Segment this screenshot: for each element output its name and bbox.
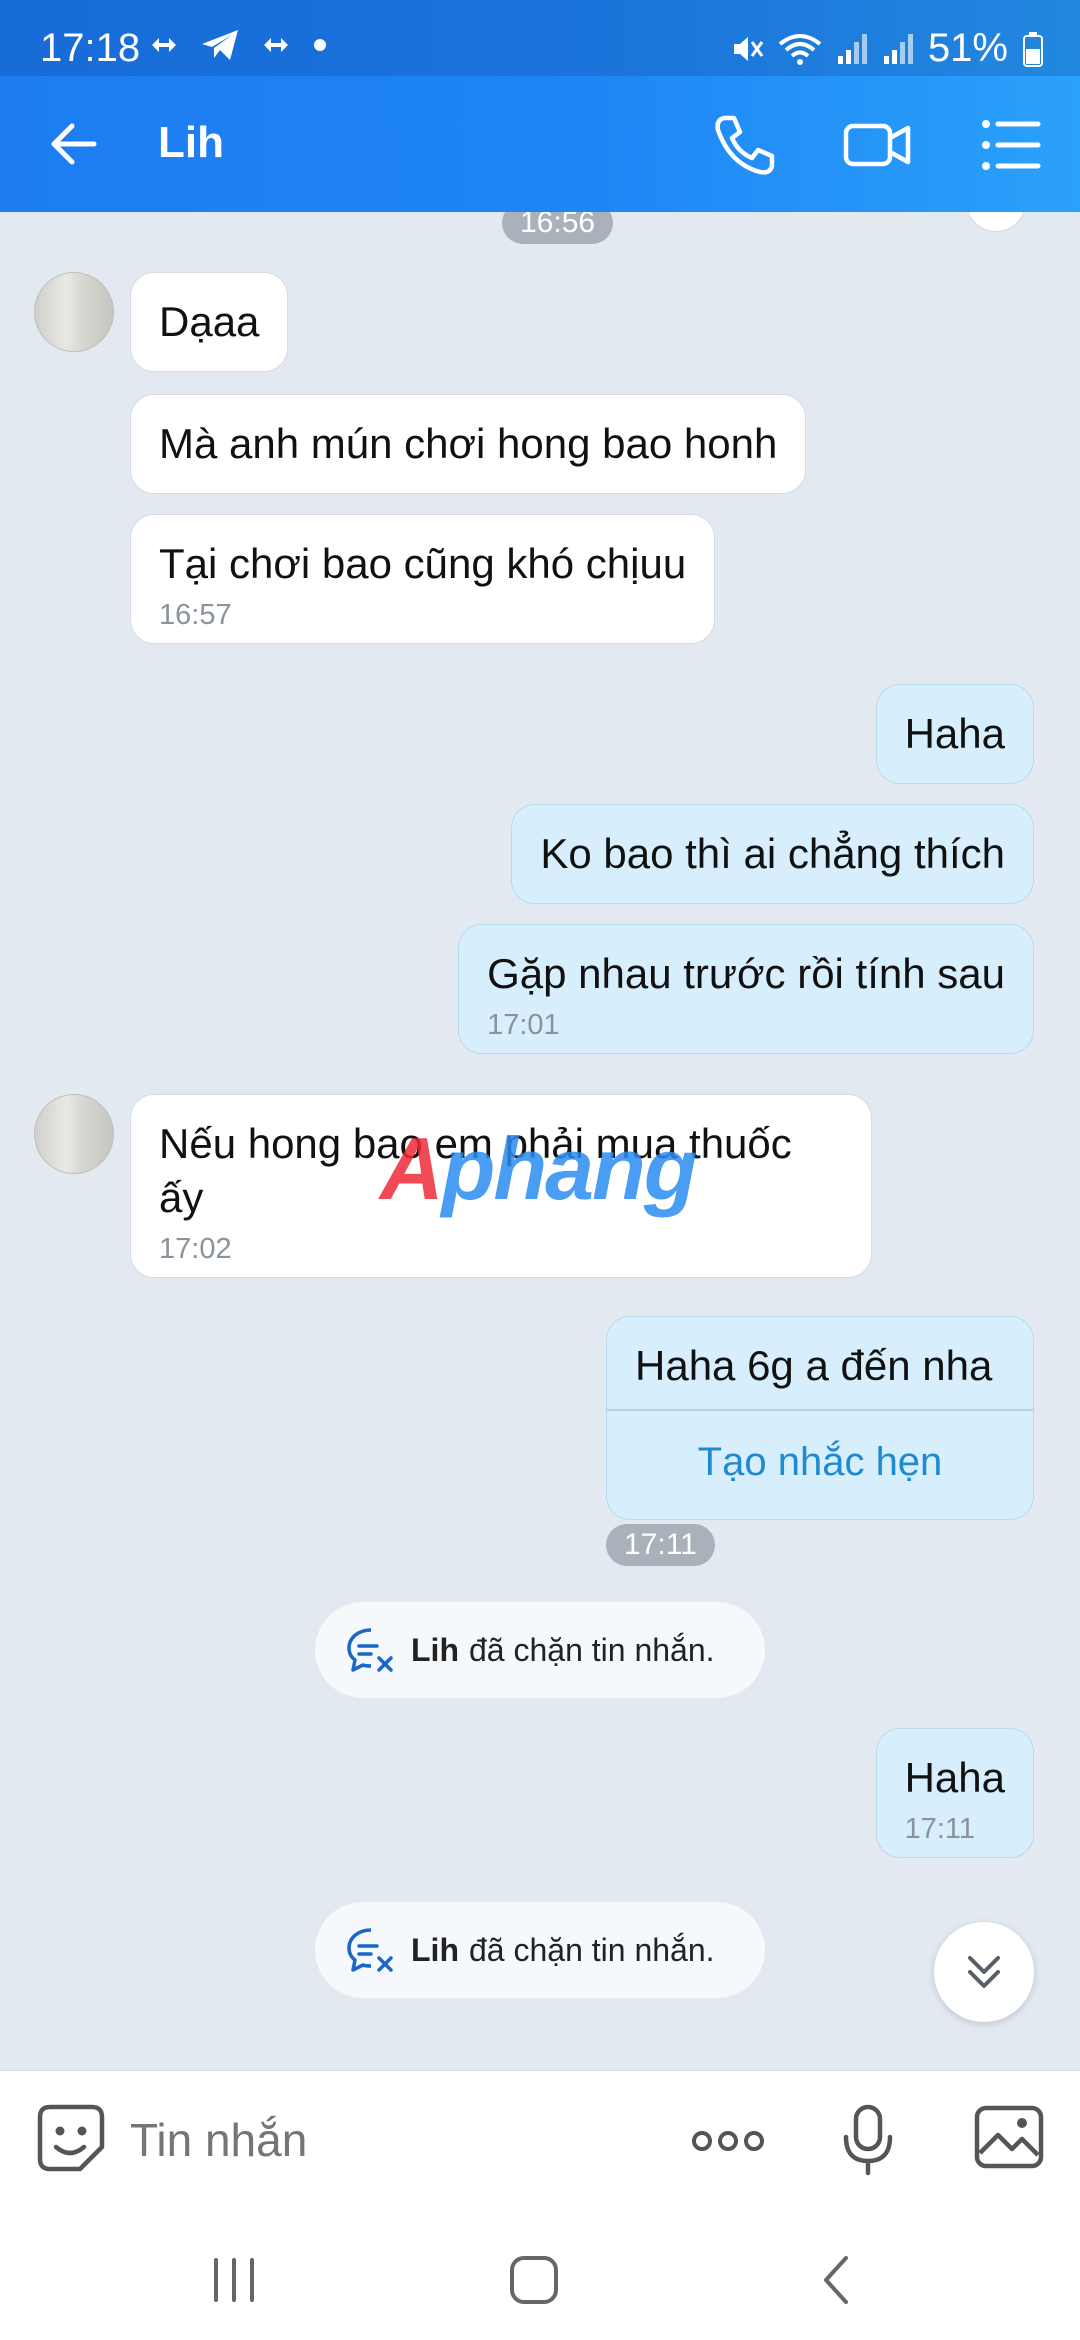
avatar[interactable] xyxy=(34,1094,114,1174)
message-text: Gặp nhau trước rồi tính sau xyxy=(487,950,1005,997)
dot-icon xyxy=(314,39,326,51)
notice-contact-name: Lih xyxy=(411,1631,459,1668)
battery-icon xyxy=(1023,31,1043,67)
home-icon[interactable] xyxy=(504,2250,564,2310)
outgoing-message[interactable]: Ko bao thì ai chẳng thích xyxy=(511,804,1034,904)
message-text: Mà anh mún chơi hong bao honh xyxy=(159,420,778,467)
blocked-chat-icon xyxy=(347,1928,393,1972)
incoming-message[interactable]: Dạaa xyxy=(130,272,289,372)
status-bar: 17:18 51% xyxy=(0,0,1080,76)
message-text: Tại chơi bao cũng khó chịuu xyxy=(159,540,687,587)
message-text: Haha 6g a đến nha xyxy=(635,1342,993,1389)
message-text: Dạaa xyxy=(159,298,260,345)
system-navigation-bar xyxy=(0,2210,1080,2340)
incoming-message[interactable]: Tại chơi bao cũng khó chịuu 16:57 xyxy=(130,514,716,644)
notice-contact-name: Lih xyxy=(411,1931,459,1968)
avatar[interactable] xyxy=(34,272,114,352)
message-text: Ko bao thì ai chẳng thích xyxy=(540,830,1005,877)
signal-icon xyxy=(883,33,913,64)
outgoing-message[interactable]: Haha xyxy=(875,684,1034,784)
outgoing-message[interactable]: Haha 17:11 xyxy=(875,1728,1034,1858)
battery-percent: 51% xyxy=(927,26,1008,70)
list-menu-icon[interactable] xyxy=(976,110,1046,180)
sync-arrows-icon xyxy=(152,38,176,52)
telegram-icon xyxy=(202,30,238,60)
message-input-bar xyxy=(0,2070,1080,2210)
message-text: Haha xyxy=(904,710,1005,757)
watermark-logo: Aphang xyxy=(380,1119,698,1218)
status-time: 17:18 xyxy=(40,26,141,70)
outgoing-message[interactable]: Gặp nhau trước rồi tính sau 17:01 xyxy=(458,924,1034,1054)
message-time: 17:11 xyxy=(904,1813,976,1845)
incoming-message[interactable]: Mà anh mún chơi hong bao honh xyxy=(130,394,807,494)
notice-text: đã chặn tin nhắn. xyxy=(468,1631,715,1668)
phone-icon[interactable] xyxy=(710,110,780,180)
microphone-icon[interactable] xyxy=(838,2103,898,2177)
image-icon[interactable] xyxy=(974,2105,1044,2169)
create-reminder-link[interactable]: Tạo nhắc hẹn xyxy=(635,1411,1005,1489)
time-separator: 16:56 xyxy=(502,212,614,244)
time-separator: 17:11 xyxy=(606,1524,715,1566)
signal-icon xyxy=(837,33,867,64)
scroll-to-bottom-button[interactable] xyxy=(934,1922,1034,2022)
back-arrow-icon[interactable] xyxy=(44,112,108,176)
more-dots-icon[interactable] xyxy=(690,2121,766,2161)
system-back-icon[interactable] xyxy=(808,2250,868,2310)
wifi-icon xyxy=(778,33,822,65)
status-notification-icons xyxy=(150,28,328,62)
video-camera-icon[interactable] xyxy=(842,110,912,180)
contact-name[interactable]: Lih xyxy=(158,118,224,168)
reaction-button[interactable] xyxy=(966,212,1026,232)
notice-text: đã chặn tin nhắn. xyxy=(468,1931,715,1968)
message-time: 17:01 xyxy=(487,1009,560,1041)
chat-header: Lih xyxy=(0,76,1080,212)
recent-apps-icon[interactable] xyxy=(204,2250,264,2310)
sticker-icon[interactable] xyxy=(36,2103,106,2173)
status-system-icons: 51% xyxy=(730,26,1044,71)
chevron-double-down-icon xyxy=(968,1956,1000,1988)
system-notice: Lih đã chặn tin nhắn. xyxy=(315,1602,765,1698)
outgoing-message-with-reminder[interactable]: Haha 6g a đến nha Tạo nhắc hẹn xyxy=(606,1316,1034,1520)
message-text: Haha xyxy=(904,1754,1005,1801)
system-notice: Lih đã chặn tin nhắn. xyxy=(315,1902,765,1998)
message-input[interactable] xyxy=(130,2105,650,2175)
message-time: 17:02 xyxy=(159,1233,232,1265)
sync-arrows-icon xyxy=(264,38,288,52)
mute-icon xyxy=(733,36,764,61)
message-time: 16:57 xyxy=(159,599,232,631)
blocked-chat-icon xyxy=(347,1628,393,1672)
